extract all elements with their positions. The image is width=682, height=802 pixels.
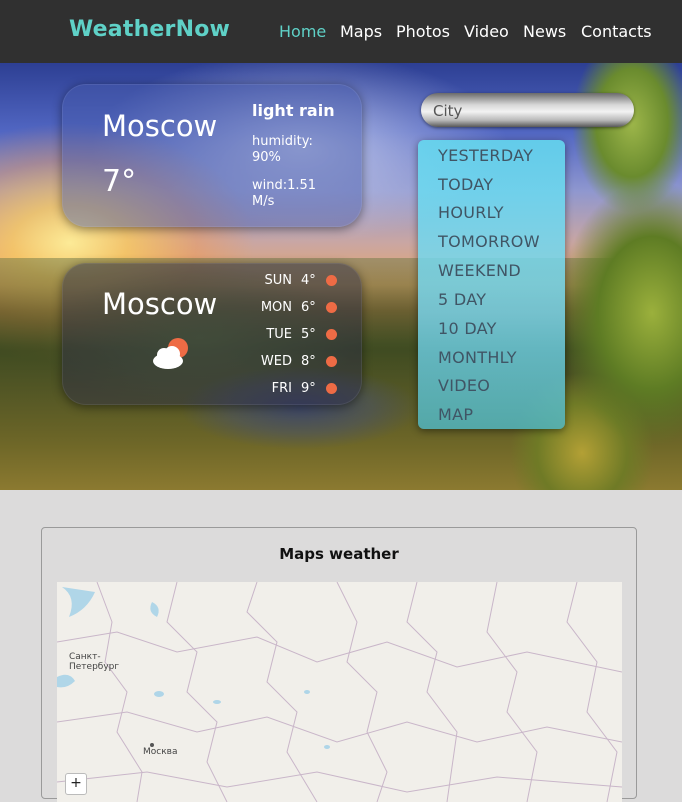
menu-item-5-day[interactable]: 5 DAY [438, 290, 486, 309]
maps-weather-title: Maps weather [279, 545, 399, 563]
menu-item-video[interactable]: VIDEO [438, 376, 490, 395]
current-condition: light rain [252, 101, 335, 120]
forecast-temp: 4° [301, 273, 316, 288]
forecast-row: MON 6° [252, 296, 352, 323]
current-weather-card: Moscow 7° light rain humidity: 90% wind:… [62, 84, 362, 227]
forecast-day: MON [260, 300, 292, 315]
forecast-temp: 6° [301, 300, 316, 315]
forecast-dot-icon [326, 356, 337, 367]
nav-news-link[interactable]: News [523, 22, 566, 41]
map-label-moscow: Москва [143, 747, 178, 757]
forecast-day: SUN [264, 273, 293, 288]
menu-item-hourly[interactable]: HOURLY [438, 203, 504, 222]
menu-item-weekend[interactable]: WEEKEND [438, 261, 521, 280]
current-wind: wind:1.51 M/s [252, 178, 317, 209]
site-logo[interactable]: WeatherNow [69, 17, 230, 42]
menu-item-tomorrow[interactable]: TOMORROW [438, 232, 540, 251]
zoom-in-button[interactable]: + [65, 773, 87, 795]
forecast-day: TUE [266, 327, 292, 342]
forecast-dot-icon [326, 302, 337, 313]
current-temperature: 7° [102, 164, 137, 199]
menu-item-10-day[interactable]: 10 DAY [438, 319, 497, 338]
current-city: Moscow [102, 109, 218, 143]
city-search-input[interactable] [431, 99, 625, 123]
forecast-temp: 5° [301, 327, 316, 342]
map-label-spb: Санкт- Петербург [69, 652, 120, 672]
hero-banner: Moscow 7° light rain humidity: 90% wind:… [0, 63, 682, 490]
menu-item-monthly[interactable]: MONTHLY [438, 348, 517, 367]
forecast-row: TUE 5° [252, 323, 352, 350]
map-borders-graphic [57, 582, 622, 802]
forecast-row: SUN 4° [252, 269, 352, 296]
nav-home-link[interactable]: Home [279, 22, 326, 41]
menu-item-yesterday[interactable]: YESTERDAY [438, 146, 533, 165]
forecast-list: SUN 4° MON 6° TUE 5° WED 8° FRI 9° [252, 269, 352, 404]
forecast-day: FRI [271, 381, 292, 396]
forecast-card: Moscow SUN 4° MON 6° TUE 5° WED 8° FRI 9… [62, 263, 362, 405]
forecast-dot-icon [326, 275, 337, 286]
forecast-temp: 8° [301, 354, 316, 369]
city-search-box [421, 93, 634, 127]
nav-photos-link[interactable]: Photos [396, 22, 450, 41]
maps-weather-panel: Maps weather Санкт- Петербург Москва + [41, 527, 637, 802]
nav-video-link[interactable]: Video [464, 22, 509, 41]
nav-contacts-link[interactable]: Contacts [581, 22, 652, 41]
period-menu: YESTERDAY TODAY HOURLY TOMORROW WEEKEND … [418, 140, 565, 429]
menu-item-today[interactable]: TODAY [438, 175, 493, 194]
menu-item-map[interactable]: MAP [438, 405, 473, 424]
nav-maps-link[interactable]: Maps [340, 22, 382, 41]
current-humidity: humidity: 90% [252, 134, 313, 165]
weather-map[interactable]: Санкт- Петербург Москва + [57, 582, 622, 802]
forecast-dot-icon [326, 329, 337, 340]
forecast-row: FRI 9° [252, 377, 352, 404]
forecast-dot-icon [326, 383, 337, 394]
cloud-sun-icon [153, 338, 188, 369]
forecast-temp: 9° [301, 381, 316, 396]
forecast-row: WED 8° [252, 350, 352, 377]
forecast-day: WED [260, 354, 292, 369]
forecast-city: Moscow [102, 287, 218, 321]
top-navbar: WeatherNow Home Maps Photos Video News C… [0, 0, 682, 63]
